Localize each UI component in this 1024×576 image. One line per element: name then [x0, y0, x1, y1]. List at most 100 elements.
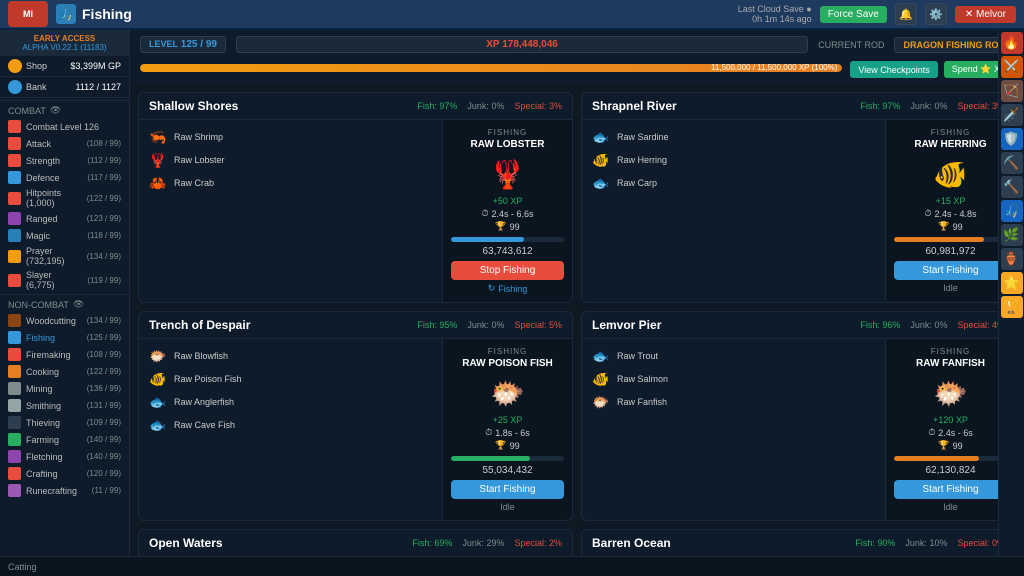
- sidebar-item-firemaking[interactable]: Firemaking (108 / 99): [0, 346, 129, 363]
- sidebar-item-runecrafting[interactable]: Runecrafting (11 / 99): [0, 482, 129, 499]
- list-item: 🦞Raw Lobster: [147, 151, 434, 169]
- fishing-areas-grid: Shallow Shores Fish: 97% Junk: 0% Specia…: [130, 84, 1024, 576]
- sidebar-item-hitpoints[interactable]: Hitpoints (1,000) (122 / 99): [0, 186, 129, 210]
- combat-section-header: COMBAT 👁: [0, 100, 129, 118]
- cooking-icon: [8, 365, 21, 378]
- sidebar-shop[interactable]: Shop $3,399M GP: [0, 56, 129, 77]
- sidebar-item-crafting[interactable]: Crafting (120 / 99): [0, 465, 129, 482]
- skill-icon-5[interactable]: ⛏️: [1001, 152, 1023, 174]
- skill-icon-2[interactable]: 🏹: [1001, 80, 1023, 102]
- sidebar-item-mining[interactable]: Mining (136 / 99): [0, 380, 129, 397]
- area-barren-header: Barren Ocean Fish: 90% Junk: 10% Special…: [582, 530, 1015, 557]
- ranged-icon: [8, 212, 21, 225]
- area-barren-stats: Fish: 90% Junk: 10% Special: 0%: [855, 538, 1005, 548]
- skill-icon-8[interactable]: 🌿: [1001, 224, 1023, 246]
- gold-icon: [8, 59, 22, 73]
- sidebar-item-strength[interactable]: Strength (112 / 99): [0, 152, 129, 169]
- sidebar-item-slayer[interactable]: Slayer (6,775) (119 / 99): [0, 268, 129, 292]
- magic-icon: [8, 229, 21, 242]
- area-shrapnel-river: Shrapnel River Fish: 97% Junk: 0% Specia…: [581, 92, 1016, 303]
- skill-icon-7[interactable]: 🎣: [1001, 200, 1023, 222]
- area-open-stats: Fish: 69% Junk: 29% Special: 2%: [412, 538, 562, 548]
- view-checkpoints-button[interactable]: View Checkpoints: [850, 61, 937, 78]
- force-save-button[interactable]: Force Save: [820, 6, 887, 23]
- mining-icon: [8, 382, 21, 395]
- area-lemvor-header: Lemvor Pier Fish: 96% Junk: 0% Special: …: [582, 312, 1015, 339]
- list-item: 🐟Raw Carp: [590, 174, 877, 192]
- skill-icon-9[interactable]: 🏺: [1001, 248, 1023, 270]
- combat-quick-icon[interactable]: 🔥: [1001, 32, 1023, 54]
- list-item: 🦐Raw Shrimp: [147, 128, 434, 146]
- list-item: 🐟Raw Anglerfish: [147, 393, 434, 411]
- area-shrapnel-header: Shrapnel River Fish: 97% Junk: 0% Specia…: [582, 93, 1015, 120]
- list-item: 🐡Raw Blowfish: [147, 347, 434, 365]
- notification-icon[interactable]: 🔔: [895, 3, 917, 25]
- xp-bar-area: LEVEL 125 / 99 XP 178,448,046 CURRENT RO…: [130, 30, 1024, 84]
- rod-badge: DRAGON FISHING ROD: [894, 37, 1014, 53]
- list-item: 🐠Raw Salmon: [590, 370, 877, 388]
- sidebar-item-defence[interactable]: Defence (117 / 99): [0, 169, 129, 186]
- skill-icon-4[interactable]: 🛡️: [1001, 128, 1023, 150]
- sidebar-item-fletching[interactable]: Fletching (140 / 99): [0, 448, 129, 465]
- fishing-skill-icon: [8, 331, 21, 344]
- skill-icon-1[interactable]: ⚔️: [1001, 56, 1023, 78]
- bottom-bar: Catting: [0, 556, 1024, 576]
- xp-progress-bar: 11,500,000 / 11,500,000 XP (100%): [140, 64, 842, 72]
- list-item: 🐟Raw Cave Fish: [147, 416, 434, 434]
- xp-badge: XP 178,448,046: [236, 36, 808, 53]
- strength-icon: [8, 154, 21, 167]
- area-lemvor: Lemvor Pier Fish: 96% Junk: 0% Special: …: [581, 311, 1016, 521]
- trench-progress: [451, 456, 564, 461]
- main-content: LEVEL 125 / 99 XP 178,448,046 CURRENT RO…: [130, 30, 1024, 576]
- shrapnel-active-panel: FISHING RAW HERRING 🐠 +15 XP ⏱2.4s - 4.8…: [885, 120, 1015, 301]
- lemvor-progress: [894, 456, 1007, 461]
- bottom-status: Catting: [8, 562, 37, 572]
- melvor-menu-button[interactable]: ✕ Melvor: [955, 6, 1016, 23]
- shallow-stop-button[interactable]: Stop Fishing: [451, 261, 564, 280]
- page-title: 🎣 Fishing: [56, 4, 132, 24]
- area-open-header: Open Waters Fish: 69% Junk: 29% Special:…: [139, 530, 572, 557]
- skill-icon-6[interactable]: 🔨: [1001, 176, 1023, 198]
- area-trench-header: Trench of Despair Fish: 95% Junk: 0% Spe…: [139, 312, 572, 339]
- list-item: 🐡Raw Fanfish: [590, 393, 877, 411]
- list-item: 🐟Raw Sardine: [590, 128, 877, 146]
- list-item: 🐠Raw Poison Fish: [147, 370, 434, 388]
- list-item: 🦀Raw Crab: [147, 174, 434, 192]
- sidebar-item-woodcutting[interactable]: Woodcutting (134 / 99): [0, 312, 129, 329]
- smithing-icon: [8, 399, 21, 412]
- sidebar-bank[interactable]: Bank 1112 / 1127: [0, 77, 129, 98]
- sidebar-item-attack[interactable]: Attack (108 / 99): [0, 135, 129, 152]
- shrapnel-start-button[interactable]: Start Fishing: [894, 261, 1007, 280]
- slayer-icon: [8, 274, 21, 287]
- sword-icon: [8, 120, 21, 133]
- sidebar-item-smithing[interactable]: Smithing (131 / 99): [0, 397, 129, 414]
- shallow-status: ↻Fishing: [488, 283, 528, 294]
- lemvor-active-panel: FISHING RAW FANFISH 🐡 +120 XP ⏱2.4s - 6s…: [885, 339, 1015, 520]
- sidebar-item-magic[interactable]: Magic (118 / 99): [0, 227, 129, 244]
- fletching-icon: [8, 450, 21, 463]
- sidebar-item-cooking[interactable]: Cooking (122 / 99): [0, 363, 129, 380]
- sidebar-item-combat-level[interactable]: Combat Level 126: [0, 118, 129, 135]
- skill-icon-3[interactable]: 🗡️: [1001, 104, 1023, 126]
- hitpoints-icon: [8, 192, 21, 205]
- trench-start-button[interactable]: Start Fishing: [451, 480, 564, 499]
- sidebar-item-thieving[interactable]: Thieving (109 / 99): [0, 414, 129, 431]
- trophy-icon[interactable]: 🏆: [1001, 296, 1023, 318]
- sidebar-item-fishing[interactable]: Fishing (125 / 99): [0, 329, 129, 346]
- lemvor-start-button[interactable]: Start Fishing: [894, 480, 1007, 499]
- list-item: 🐟Raw Trout: [590, 347, 877, 365]
- area-lemvor-stats: Fish: 96% Junk: 0% Special: 4%: [860, 320, 1005, 330]
- settings-icon[interactable]: ⚙️: [925, 3, 947, 25]
- skill-icon-10[interactable]: ⭐: [1001, 272, 1023, 294]
- noncombat-section-header: NON-COMBAT 👁: [0, 294, 129, 312]
- shrapnel-fish-list: 🐟Raw Sardine 🐠Raw Herring 🐟Raw Carp: [582, 120, 885, 301]
- shrapnel-progress: [894, 237, 1007, 242]
- trench-active-panel: FISHING RAW POISON FISH 🐡 +25 XP ⏱1.8s -…: [442, 339, 572, 520]
- area-shallow-stats: Fish: 97% Junk: 0% Special: 3%: [417, 101, 562, 111]
- runecrafting-icon: [8, 484, 21, 497]
- topbar: MI 🎣 Fishing Last Cloud Save ● 0h 1m 14s…: [0, 0, 1024, 30]
- shallow-progress: [451, 237, 564, 242]
- sidebar-item-ranged[interactable]: Ranged (123 / 99): [0, 210, 129, 227]
- sidebar-item-farming[interactable]: Farming (140 / 99): [0, 431, 129, 448]
- sidebar-item-prayer[interactable]: Prayer (732,195) (134 / 99): [0, 244, 129, 268]
